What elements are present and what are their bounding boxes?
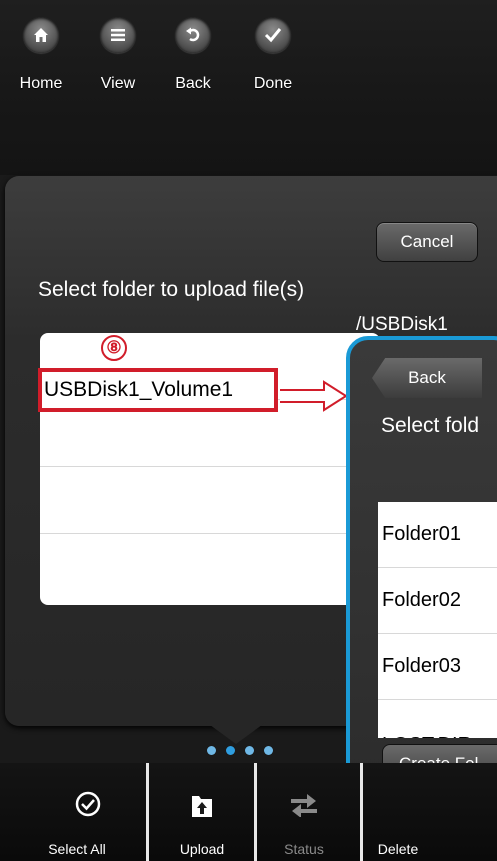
select-all-tab[interactable]: Select All	[38, 763, 138, 861]
step-number-marker: ⑧	[101, 335, 127, 361]
back-button-top[interactable]: Back	[163, 17, 223, 93]
folder-item-folder03[interactable]: Folder03	[378, 634, 497, 700]
select-all-icon	[38, 791, 138, 817]
folder-item-folder01[interactable]: Folder01	[378, 502, 497, 568]
home-icon	[23, 17, 59, 53]
cancel-button[interactable]: Cancel	[376, 222, 478, 262]
list-icon	[100, 17, 136, 53]
dialog-pointer	[206, 722, 266, 744]
status-tab[interactable]: Status	[258, 763, 350, 861]
check-icon	[255, 17, 291, 53]
upload-label: Upload	[179, 841, 225, 857]
undo-icon	[175, 17, 211, 53]
view-button[interactable]: View	[88, 17, 148, 93]
folder-item-folder02[interactable]: Folder02	[378, 568, 497, 634]
arrow-right-icon	[280, 380, 348, 412]
upload-tab[interactable]: Upload	[150, 763, 254, 861]
delete-label: Delete	[377, 841, 419, 857]
volume-item-usbdisk1[interactable]: USBDisk1_Volume1	[38, 368, 278, 412]
list-item	[40, 467, 380, 534]
upload-icon	[150, 791, 254, 819]
back-button[interactable]: Back	[372, 358, 482, 398]
folder-list: Folder01 Folder02 Folder03 LOST.DIR	[378, 502, 497, 738]
list-item	[40, 534, 380, 600]
page-dot[interactable]	[207, 746, 216, 755]
page-indicator	[207, 746, 273, 755]
home-label: Home	[19, 75, 63, 92]
folder-item-lost-dir[interactable]: LOST.DIR	[378, 700, 497, 738]
view-label: View	[100, 75, 136, 92]
current-path: /USBDisk1	[356, 314, 448, 335]
dialog-title: Select folder to upload file(s)	[38, 278, 305, 301]
home-button[interactable]: Home	[11, 17, 71, 93]
status-label: Status	[284, 841, 324, 857]
done-button[interactable]: Done	[243, 17, 303, 93]
done-label: Done	[253, 75, 293, 92]
tab-divider	[254, 763, 257, 861]
delete-tab[interactable]: Delete	[364, 763, 484, 861]
subfolder-panel-title: Select fold	[381, 414, 480, 437]
back-label: Back	[175, 75, 211, 92]
page-dot[interactable]	[245, 746, 254, 755]
tab-divider	[146, 763, 149, 861]
select-all-label: Select All	[48, 841, 106, 857]
transfer-status-icon	[258, 791, 350, 817]
page-dot[interactable]	[264, 746, 273, 755]
tab-divider	[360, 763, 363, 861]
page-dot-active[interactable]	[226, 746, 235, 755]
